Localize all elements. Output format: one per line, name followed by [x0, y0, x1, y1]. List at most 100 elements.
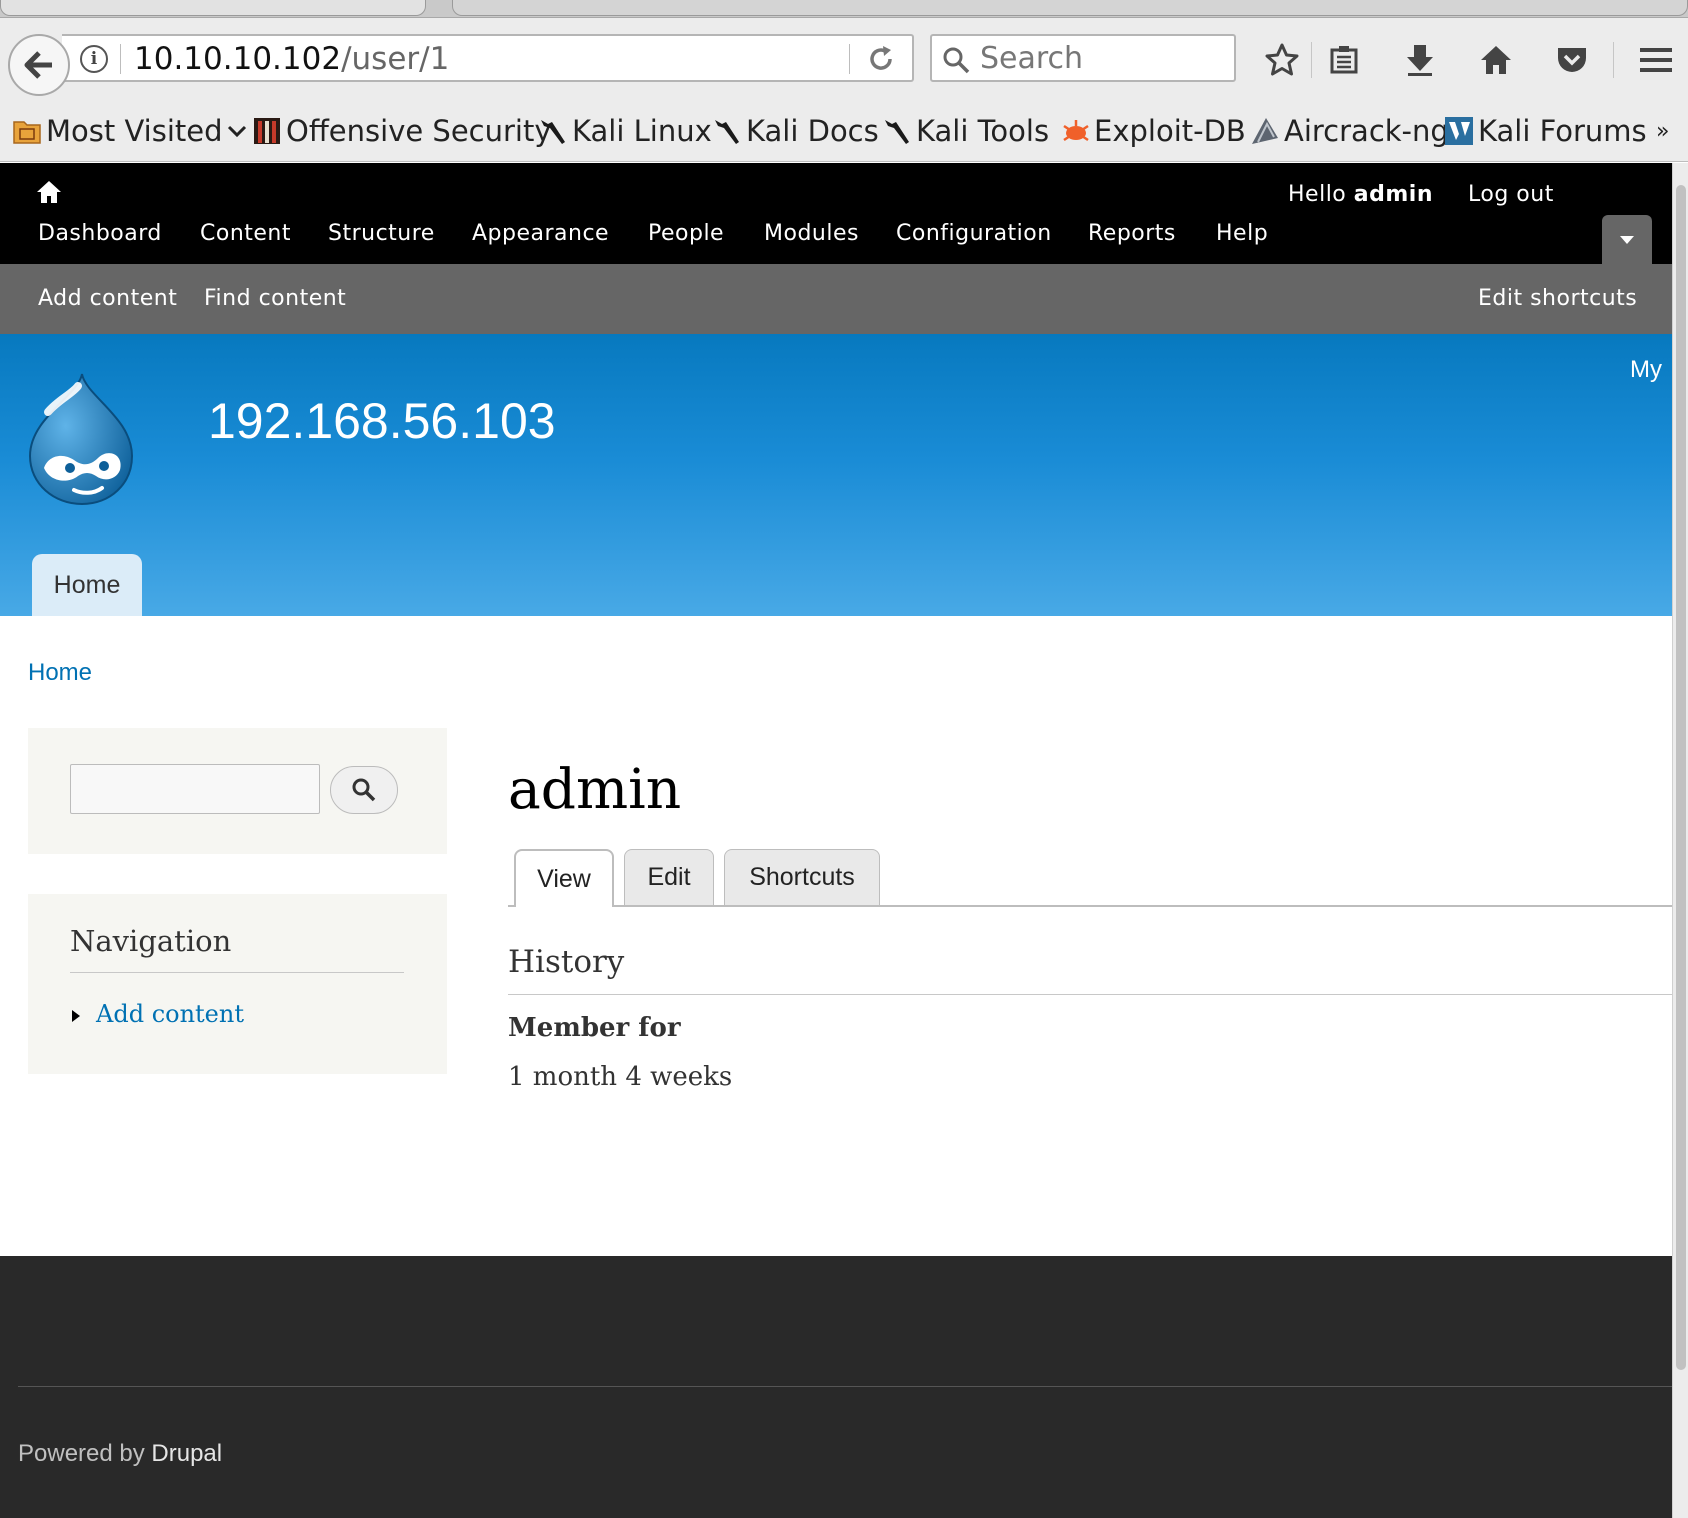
search-icon: [352, 778, 376, 802]
member-for-value: 1 month 4 weeks: [508, 1062, 733, 1092]
secondary-menu-my-account[interactable]: My: [1630, 356, 1662, 384]
page-scrollbar[interactable]: [1672, 163, 1688, 1518]
search-block: [28, 728, 447, 854]
bookmark-exploit-db[interactable]: Exploit-DB: [1060, 112, 1246, 150]
bookmark-label: Exploit-DB: [1094, 114, 1246, 148]
drupal-link[interactable]: Drupal: [151, 1440, 222, 1467]
history-divider: [508, 994, 1672, 995]
caret-down-icon: [1620, 235, 1634, 244]
powered-by-prefix: Powered by: [18, 1440, 152, 1467]
tab-view[interactable]: View: [514, 849, 614, 907]
bookmark-label: Kali Docs: [746, 114, 879, 148]
bookmark-kali-linux[interactable]: Kali Linux: [538, 112, 712, 150]
scrollbar-thumb[interactable]: [1676, 185, 1686, 1370]
shortcut-bar: Add content Find content Edit shortcuts: [0, 264, 1672, 334]
offsec-icon: [254, 118, 280, 144]
bookmark-label: Kali Tools: [916, 114, 1050, 148]
hello-prefix: Hello: [1288, 182, 1354, 207]
bookmark-kali-forums[interactable]: Kali Forums: [1444, 112, 1647, 150]
toolbar-divider: [1311, 42, 1312, 78]
exploitdb-icon: [1063, 120, 1089, 142]
back-arrow-icon: [24, 51, 52, 79]
toolbar-menu-modules[interactable]: Modules: [764, 221, 859, 246]
edit-shortcuts-link[interactable]: Edit shortcuts: [1478, 286, 1637, 311]
site-footer: Powered by Drupal: [0, 1256, 1672, 1518]
toolbar-menu-appearance[interactable]: Appearance: [472, 221, 609, 246]
back-button[interactable]: [8, 34, 70, 96]
logout-link[interactable]: Log out: [1468, 182, 1554, 207]
kali-forums-icon: [1445, 117, 1473, 145]
member-for-label: Member for: [508, 1013, 681, 1043]
reload-icon: [870, 46, 892, 70]
bullet-icon: [72, 1010, 80, 1022]
breadcrumb-home[interactable]: Home: [28, 659, 92, 687]
toolbar-menu-structure[interactable]: Structure: [328, 221, 435, 246]
toolbar-menu-people[interactable]: People: [648, 221, 724, 246]
tabs-divider: [508, 905, 1672, 907]
pocket-icon[interactable]: [1552, 40, 1592, 80]
browser-tab-active[interactable]: [0, 0, 426, 16]
bookmark-aircrack-ng[interactable]: Aircrack-ng: [1250, 112, 1449, 150]
chevron-down-icon: [227, 125, 246, 138]
browser-nav-bar: i 10.10.10.102/user/1 Search: [0, 18, 1688, 100]
browser-tab[interactable]: [452, 0, 1688, 16]
url-bar[interactable]: i 10.10.10.102/user/1: [62, 34, 914, 82]
bookmark-kali-docs[interactable]: Kali Docs: [712, 112, 879, 150]
shortcut-add-content[interactable]: Add content: [38, 286, 177, 311]
drupal-logo[interactable]: [24, 372, 140, 506]
browser-search-bar[interactable]: Search: [930, 34, 1236, 82]
bookmarks-overflow-button[interactable]: »: [1656, 112, 1669, 150]
navigation-add-content-link[interactable]: Add content: [96, 1000, 244, 1028]
toolbar-home-icon[interactable]: [36, 180, 62, 204]
main-menu-home-tab[interactable]: Home: [32, 554, 142, 616]
toolbar-menu-reports[interactable]: Reports: [1088, 221, 1176, 246]
hello-user: Hello admin: [1288, 182, 1433, 207]
kali-dragon-icon: [885, 120, 909, 144]
search-icon: [943, 47, 970, 74]
aircrack-icon: [1252, 118, 1278, 144]
bookmark-label: Offensive Security: [286, 114, 552, 148]
kali-dragon-icon: [715, 120, 739, 144]
url-separator: [120, 44, 121, 74]
url-text[interactable]: 10.10.10.102/user/1: [134, 40, 449, 78]
home-icon[interactable]: [1476, 40, 1516, 80]
sidebar-search-button[interactable]: [330, 766, 398, 814]
navigation-title: Navigation: [70, 924, 232, 958]
shortcut-find-content[interactable]: Find content: [204, 286, 346, 311]
bookmark-label: Most Visited: [46, 114, 223, 148]
bookmark-label: Aircrack-ng: [1284, 114, 1449, 148]
username-link[interactable]: admin: [1354, 182, 1433, 207]
bookmark-most-visited[interactable]: Most Visited: [12, 112, 247, 150]
url-host: 10.10.10.102: [134, 41, 342, 77]
download-icon[interactable]: [1400, 40, 1440, 80]
toolbar-menu-content[interactable]: Content: [200, 221, 291, 246]
admin-toolbar: Dashboard Content Structure Appearance P…: [0, 163, 1672, 264]
tab-edit[interactable]: Edit: [624, 849, 714, 905]
search-placeholder: Search: [980, 41, 1084, 76]
navigation-divider: [70, 972, 404, 973]
site-header: 192.168.56.103 My Home: [0, 334, 1672, 616]
reload-button[interactable]: [864, 43, 898, 75]
page-title: admin: [508, 757, 682, 821]
browser-tab-strip: [0, 0, 1688, 18]
star-icon[interactable]: [1262, 40, 1302, 80]
kali-dragon-icon: [541, 120, 565, 144]
site-info-icon[interactable]: i: [80, 45, 108, 73]
bookmark-label: Kali Linux: [572, 114, 712, 148]
url-separator: [849, 44, 850, 74]
menu-icon[interactable]: [1636, 40, 1676, 80]
bookmark-kali-tools[interactable]: Kali Tools: [882, 112, 1049, 150]
toolbar-divider: [1613, 42, 1614, 78]
footer-divider: [18, 1386, 1672, 1387]
reading-list-icon[interactable]: [1324, 40, 1364, 80]
toolbar-menu-configuration[interactable]: Configuration: [896, 221, 1052, 246]
bookmark-offensive-security[interactable]: Offensive Security: [252, 112, 552, 150]
tab-shortcuts[interactable]: Shortcuts: [724, 849, 880, 905]
site-name[interactable]: 192.168.56.103: [208, 392, 556, 450]
bookmarks-toolbar: Most Visited Offensive Security Kali Lin…: [0, 100, 1688, 162]
folder-icon: [13, 121, 41, 144]
toolbar-menu-help[interactable]: Help: [1216, 221, 1268, 246]
shortcuts-drawer-toggle[interactable]: [1602, 215, 1652, 264]
toolbar-menu-dashboard[interactable]: Dashboard: [38, 221, 162, 246]
sidebar-search-input[interactable]: [70, 764, 320, 814]
